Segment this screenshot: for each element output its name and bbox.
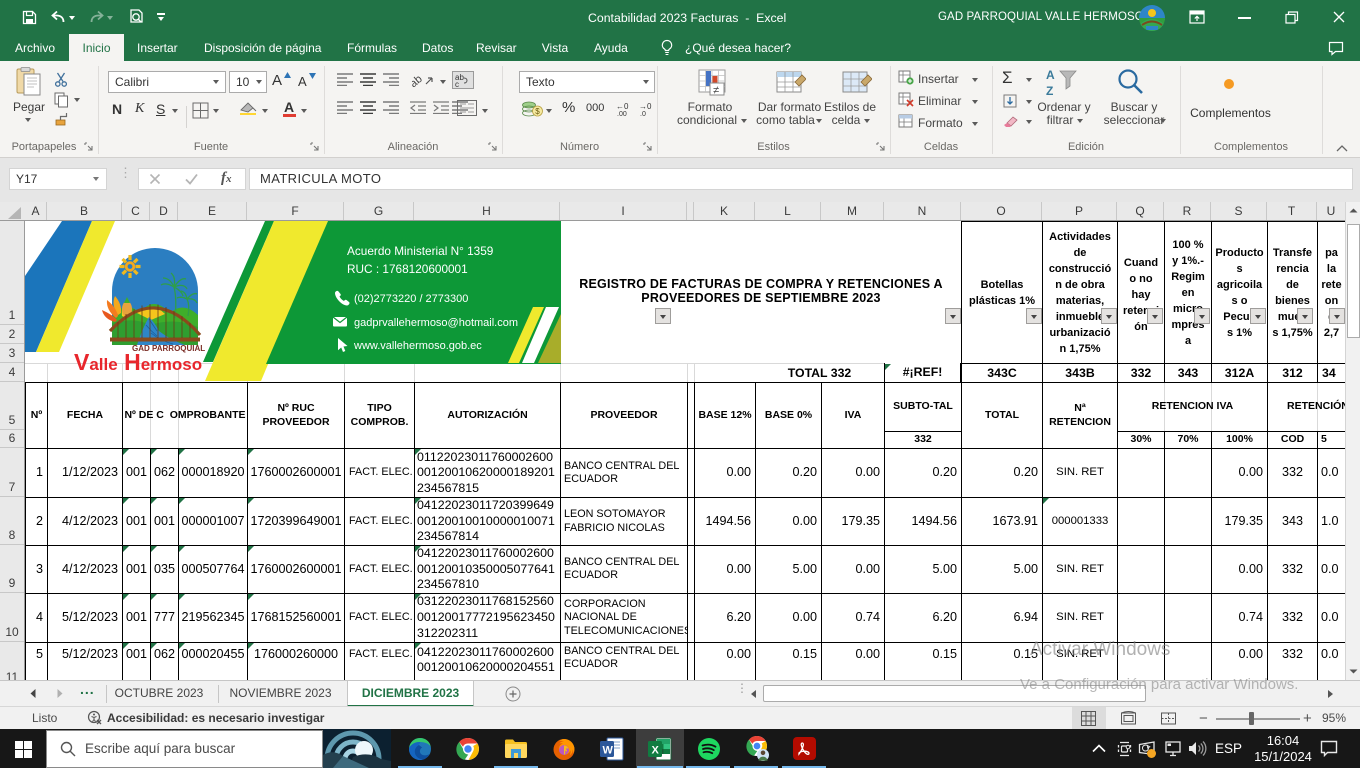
svg-text:www.vallehermoso.gob.ec: www.vallehermoso.gob.ec [353,340,482,352]
svg-text:→0: →0 [639,102,652,111]
svg-text:c: c [455,80,459,89]
svg-text:(02)2773220 / 2773300: (02)2773220 / 2773300 [354,293,468,305]
svg-text:gadprvallehermoso@hotmail.com: gadprvallehermoso@hotmail.com [354,317,518,329]
svg-text:$: $ [535,107,540,116]
svg-text:A: A [1046,68,1055,82]
svg-text:Acuerdo Ministerial N° 1359: Acuerdo Ministerial N° 1359 [347,244,493,258]
svg-text:GAD PARROQUIAL: GAD PARROQUIAL [132,344,205,353]
svg-text:←0: ←0 [616,102,629,111]
svg-text:RUC : 1768120600001: RUC : 1768120600001 [347,262,468,276]
svg-text:ab: ab [412,73,425,88]
svg-text:W: W [603,745,614,757]
svg-text:≠: ≠ [713,85,719,97]
svg-text:Z: Z [1046,84,1053,97]
svg-text:X: X [652,745,660,757]
svg-text:.0: .0 [640,111,646,116]
svg-text:.00: .00 [617,111,627,116]
